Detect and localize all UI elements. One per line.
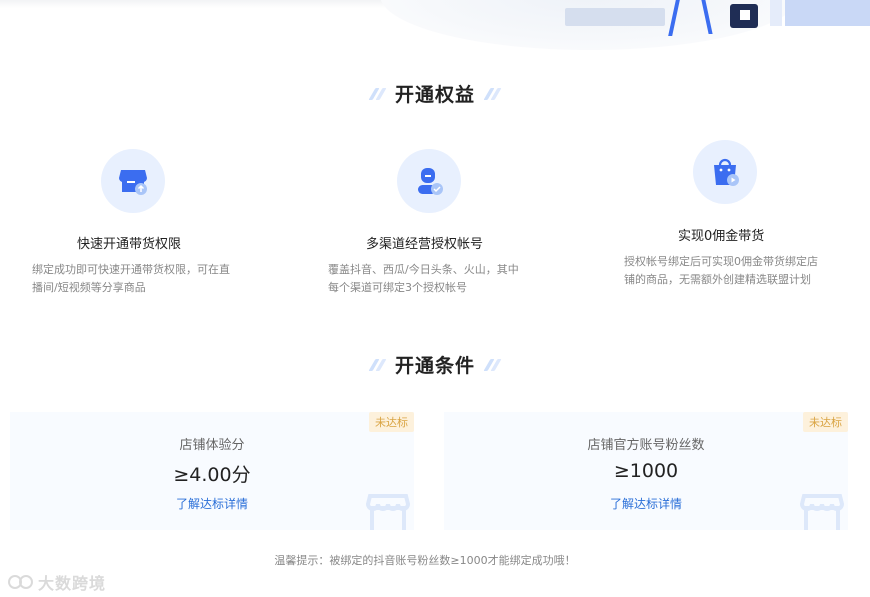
shop-upload-icon	[101, 149, 165, 213]
learn-details-link[interactable]: 了解达标详情	[444, 495, 848, 512]
slash-decoration-icon	[483, 87, 502, 100]
condition-card-followers: 未达标 店铺官方账号粉丝数 ≥1000 了解达标详情	[444, 412, 848, 530]
condition-card-experience-score: 未达标 店铺体验分 ≥4.00分 了解达标详情	[10, 412, 414, 530]
banner-illustration	[565, 8, 665, 26]
condition-label: 店铺官方账号粉丝数	[587, 438, 705, 453]
slash-decoration-icon	[368, 87, 387, 100]
condition-value: ≥1000	[613, 460, 679, 482]
binding-tip: 温馨提示：被绑定的抖音账号粉丝数≥1000才能绑定成功哦！	[274, 554, 576, 567]
benefits-section-title: 开通权益	[394, 84, 475, 106]
status-badge: 未达标	[369, 412, 414, 432]
benefit-title: 快速开通带货权限	[77, 237, 182, 252]
top-banner	[0, 0, 870, 55]
status-badge: 未达标	[803, 412, 848, 432]
condition-label: 店铺体验分	[179, 438, 245, 453]
brand-logo-icon	[8, 575, 33, 589]
benefit-description: 覆盖抖音、西瓜/今日头条、火山，其中每个渠道可绑定3个授权帐号	[328, 263, 519, 294]
learn-details-link[interactable]: 了解达标详情	[10, 495, 414, 512]
condition-value: ≥4.00分	[173, 464, 251, 486]
benefit-description: 授权帐号绑定后可实现0佣金带货绑定店铺的商品，无需额外创建精选联盟计划	[624, 255, 818, 286]
shop-watermark-icon	[799, 482, 845, 530]
benefit-description: 绑定成功即可快速开通带货权限，可在直播间/短视频等分享商品	[32, 263, 230, 294]
user-check-icon	[397, 149, 461, 213]
shopping-bag-icon	[693, 140, 757, 204]
shop-watermark-icon	[365, 482, 411, 530]
slash-decoration-icon	[483, 358, 502, 371]
conditions-section-title: 开通条件	[394, 355, 475, 377]
brand-watermark-text: 大数跨境	[38, 574, 107, 593]
brand-watermark: 大数跨境	[8, 570, 106, 594]
slash-decoration-icon	[368, 358, 387, 371]
conditions-section-header: 开通条件	[0, 351, 870, 378]
benefit-title: 多渠道经营授权帐号	[366, 237, 484, 252]
benefits-section-header: 开通权益	[0, 80, 870, 107]
benefit-title: 实现0佣金带货	[678, 229, 765, 244]
